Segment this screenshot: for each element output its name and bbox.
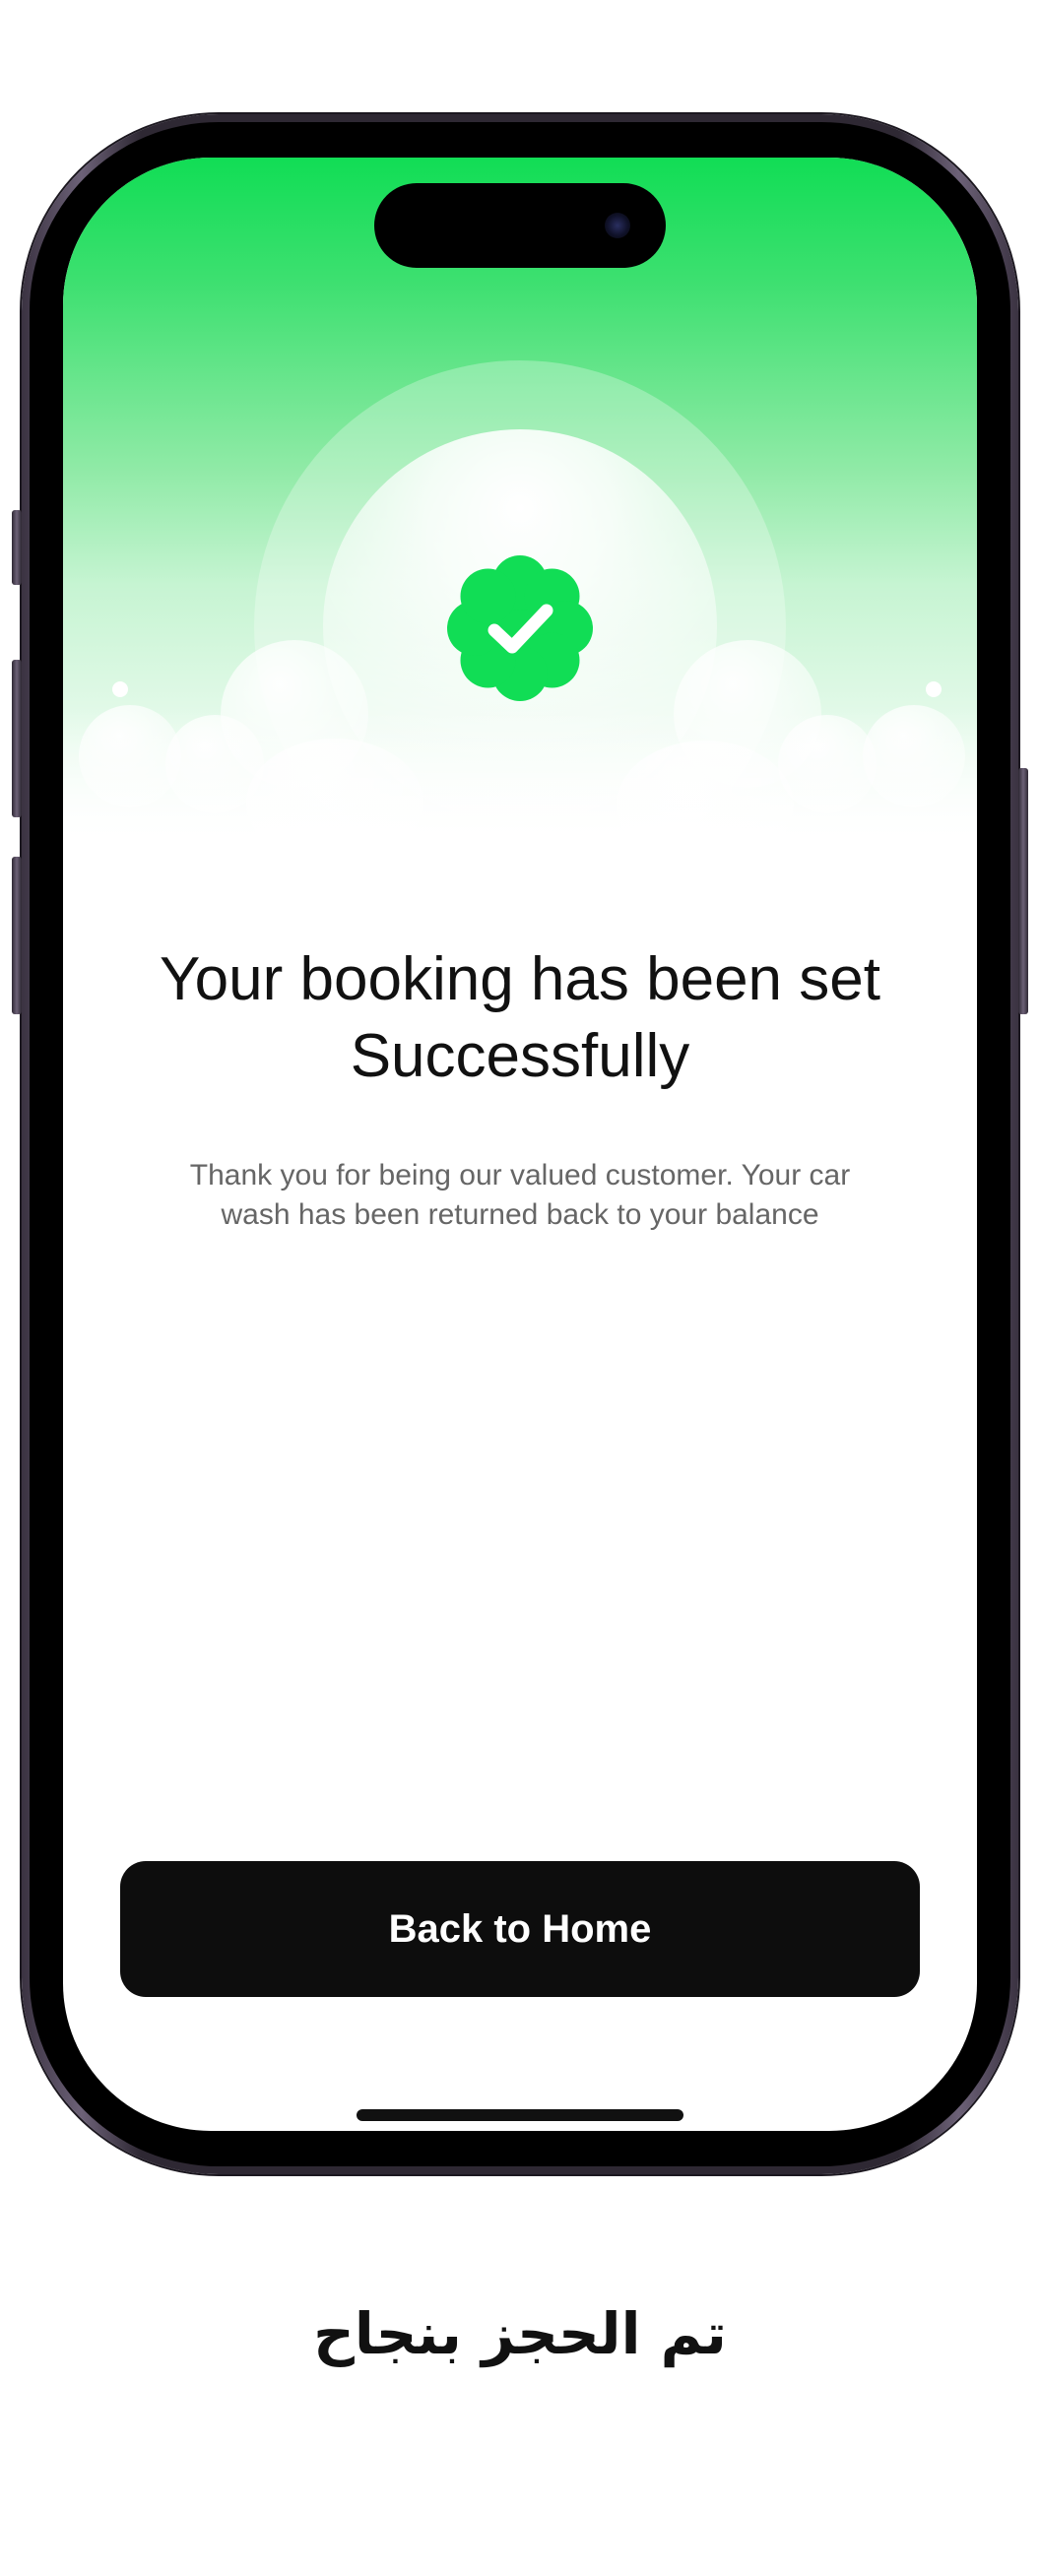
silent-switch (12, 510, 22, 585)
volume-down-button (12, 857, 22, 1014)
sparkle-dot (926, 681, 942, 697)
volume-up-button (12, 660, 22, 817)
front-camera (605, 213, 630, 238)
home-indicator[interactable] (357, 2109, 683, 2121)
screen-caption: تم الحجز بنجاح (313, 2300, 727, 2367)
sparkle-dot (112, 681, 128, 697)
back-to-home-button[interactable]: Back to Home (120, 1861, 920, 1997)
hero-fade (63, 709, 977, 906)
app-screen: Your booking has been set Successfully T… (63, 158, 977, 2131)
dynamic-island (374, 183, 666, 268)
verified-check-badge-icon (447, 555, 593, 701)
power-button (1018, 768, 1028, 1014)
success-message: Thank you for being our valued customer.… (189, 1159, 851, 1231)
success-title: Your booking has been set Successfully (160, 945, 880, 1090)
